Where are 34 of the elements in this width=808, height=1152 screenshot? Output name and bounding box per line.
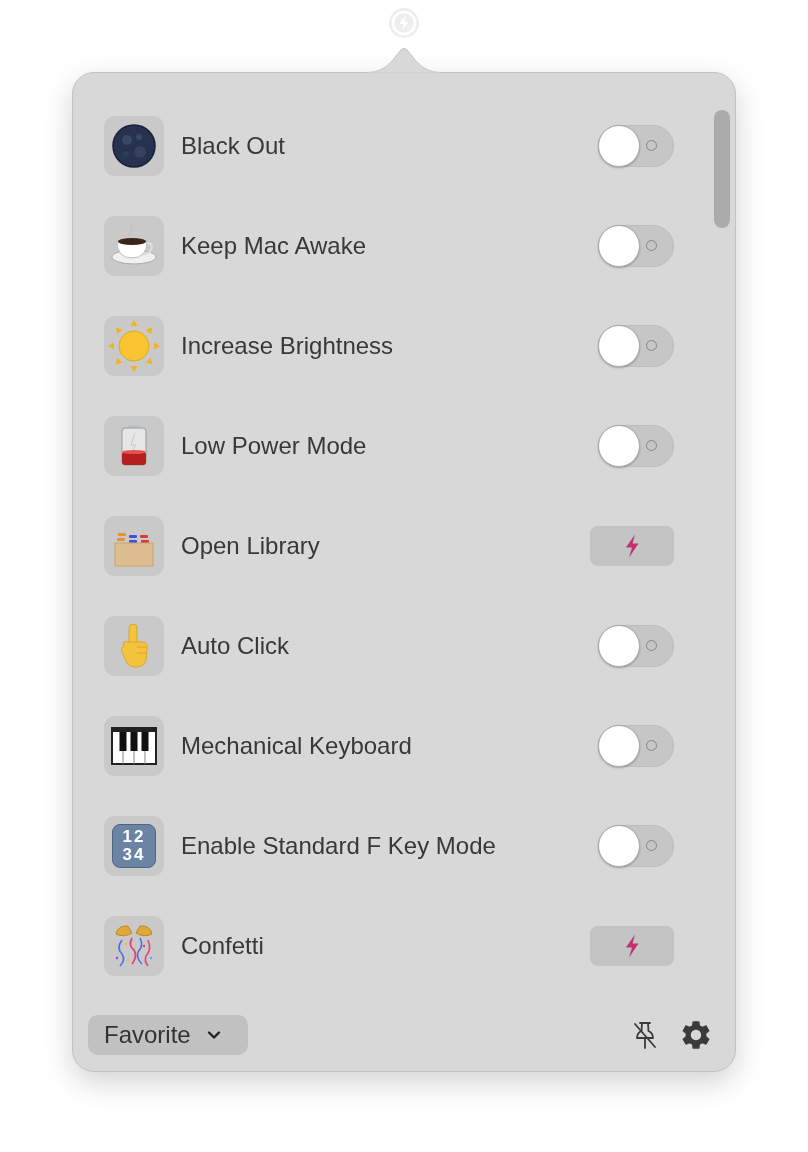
item-label: Open Library — [181, 531, 320, 561]
toggle-switch[interactable] — [598, 225, 674, 267]
bolt-icon — [624, 534, 640, 558]
filter-dropdown[interactable]: Favorite — [88, 1015, 248, 1055]
item-label: Mechanical Keyboard — [181, 731, 412, 761]
item-label: Black Out — [181, 131, 286, 161]
confetti-icon — [104, 916, 164, 976]
moon-icon — [104, 116, 164, 176]
item-label: Enable Standard F Key Mode — [181, 831, 496, 861]
chevron-down-icon — [206, 1030, 221, 1040]
run-button[interactable] — [590, 526, 674, 566]
item-label: Keep Mac Awake — [181, 231, 366, 261]
bolt-icon — [624, 934, 640, 958]
battery-icon — [104, 416, 164, 476]
toggle-switch[interactable] — [598, 625, 674, 667]
pointing-hand-icon — [104, 616, 164, 676]
toggle-switch[interactable] — [598, 825, 674, 867]
toggle-switch[interactable] — [598, 325, 674, 367]
item-label: Auto Click — [181, 631, 290, 661]
toggle-switch[interactable] — [598, 725, 674, 767]
sun-icon — [104, 316, 164, 376]
item-label: Increase Brightness — [181, 331, 394, 361]
coffee-cup-icon — [104, 216, 164, 276]
number-keycap-icon: 12 34 — [104, 816, 164, 876]
settings-icon[interactable] — [682, 1021, 710, 1049]
item-label: Low Power Mode — [181, 431, 367, 461]
unpin-icon[interactable] — [632, 1020, 658, 1050]
toggle-switch[interactable] — [598, 125, 674, 167]
piano-keys-icon — [104, 716, 164, 776]
item-label: Confetti — [181, 931, 264, 961]
toggle-switch[interactable] — [598, 425, 674, 467]
file-box-icon — [104, 516, 164, 576]
scrollbar-thumb[interactable] — [714, 110, 730, 228]
run-button[interactable] — [590, 926, 674, 966]
